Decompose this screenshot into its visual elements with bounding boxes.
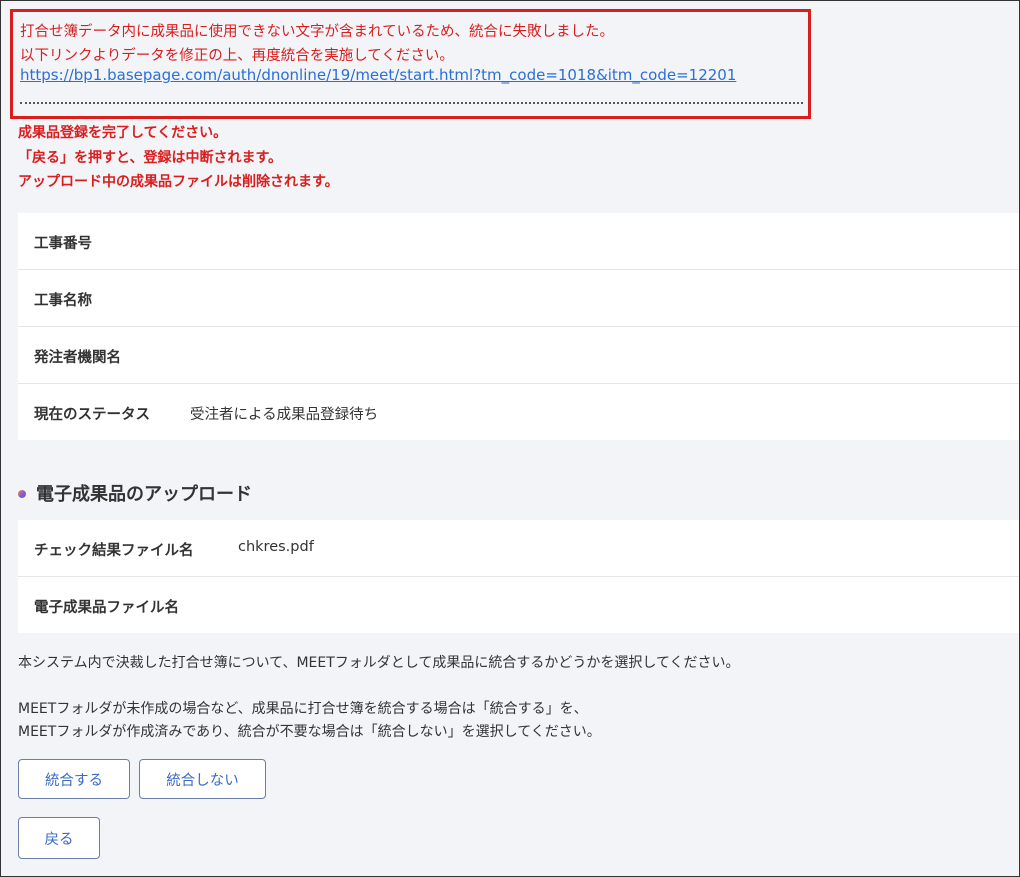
- check-file-value: chkres.pdf: [238, 539, 314, 555]
- warning-line-3: アップロード中の成果品ファイルは削除されます。: [18, 174, 339, 190]
- upload-row-check-file: チェック結果ファイル名 chkres.pdf: [18, 520, 1019, 577]
- upload-section-title-text: 電子成果品のアップロード: [36, 484, 252, 505]
- no-integrate-button[interactable]: 統合しない: [139, 759, 266, 799]
- upload-info-panel: チェック結果ファイル名 chkres.pdf 電子成果品ファイル名: [18, 520, 1019, 633]
- construction-info-panel: 工事番号 工事名称 発注者機関名 現在のステータス 受注者による成果品登録待ち: [18, 213, 1019, 440]
- page-frame: 打合せ簿データ内に成果品に使用できない文字が含まれているため、統合に失敗しました…: [0, 0, 1020, 877]
- description-line-2: MEETフォルダが未作成の場合など、成果品に打合せ簿を統合する場合は「統合する」…: [18, 701, 588, 717]
- status-label: 現在のステータス: [34, 407, 150, 423]
- section-bullet-icon: [18, 490, 26, 498]
- construction-number-label: 工事番号: [34, 236, 92, 252]
- integrate-button[interactable]: 統合する: [18, 759, 130, 799]
- construction-name-label: 工事名称: [34, 293, 92, 309]
- info-row-status: 現在のステータス 受注者による成果品登録待ち: [18, 384, 1019, 440]
- check-file-label: チェック結果ファイル名: [34, 543, 194, 559]
- error-message-line-2: 以下リンクよりデータを修正の上、再度統合を実施してください。: [20, 48, 454, 64]
- dotted-divider: [20, 102, 803, 104]
- back-button[interactable]: 戻る: [18, 817, 100, 859]
- error-alert-box: 打合せ簿データ内に成果品に使用できない文字が含まれているため、統合に失敗しました…: [10, 9, 811, 119]
- description-line-1: 本システム内で決裁した打合せ簿について、MEETフォルダとして成果品に統合するか…: [18, 655, 740, 671]
- info-row-construction-number: 工事番号: [18, 213, 1019, 270]
- info-row-client-org: 発注者機関名: [18, 327, 1019, 384]
- fix-data-link[interactable]: https://bp1.basepage.com/auth/dnonline/1…: [20, 66, 736, 84]
- description-line-3: MEETフォルダが作成済みであり、統合が不要な場合は「統合しない」を選択してくだ…: [18, 724, 601, 740]
- error-message-line-1: 打合せ簿データ内に成果品に使用できない文字が含まれているため、統合に失敗しました…: [20, 24, 615, 40]
- warning-line-1: 成果品登録を完了してください。: [18, 125, 228, 141]
- client-org-label: 発注者機関名: [34, 350, 121, 366]
- info-row-construction-name: 工事名称: [18, 270, 1019, 327]
- warning-line-2: 「戻る」を押すと、登録は中断されます。: [18, 150, 283, 166]
- status-value: 受注者による成果品登録待ち: [190, 407, 379, 423]
- upload-section-title: 電子成果品のアップロード: [18, 480, 252, 506]
- upload-row-deliverable-file: 電子成果品ファイル名: [18, 577, 1019, 633]
- deliverable-file-label: 電子成果品ファイル名: [34, 600, 179, 616]
